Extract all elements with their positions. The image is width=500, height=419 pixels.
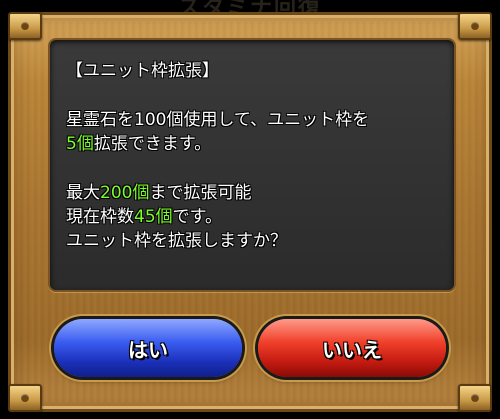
corner-bracket-icon xyxy=(458,12,492,40)
message-line-2: 5個拡張できます。 xyxy=(66,133,211,155)
yes-button[interactable]: はい xyxy=(54,319,242,377)
message-line-3-pre: 最大 xyxy=(66,183,100,203)
message-line-2-rest: 拡張できます。 xyxy=(93,134,212,154)
message-line-5: ユニット枠を拡張しますか？ xyxy=(66,231,287,251)
corner-bracket-icon xyxy=(458,384,492,412)
dialog-title: 【ユニット枠拡張】 xyxy=(66,61,219,81)
message-line-4-pre: 現在枠数 xyxy=(66,207,134,227)
current-slots: 45個 xyxy=(134,207,173,227)
message-line-1: 星霊石を100個使用して、ユニット枠を xyxy=(66,110,370,130)
no-button[interactable]: いいえ xyxy=(258,319,446,377)
corner-bracket-icon xyxy=(8,12,42,40)
message-line-3-post: まで拡張可能 xyxy=(149,183,252,203)
message-line-4: 現在枠数45個です。 xyxy=(66,206,222,228)
yes-button-label: はい xyxy=(128,337,168,362)
no-button-label: いいえ xyxy=(322,337,382,362)
corner-bracket-icon xyxy=(8,384,42,412)
expand-amount: 5個 xyxy=(66,134,94,154)
max-slots: 200個 xyxy=(100,183,150,203)
message-line-3: 最大200個まで拡張可能 xyxy=(66,182,251,204)
message-line-4-post: です。 xyxy=(172,207,222,227)
